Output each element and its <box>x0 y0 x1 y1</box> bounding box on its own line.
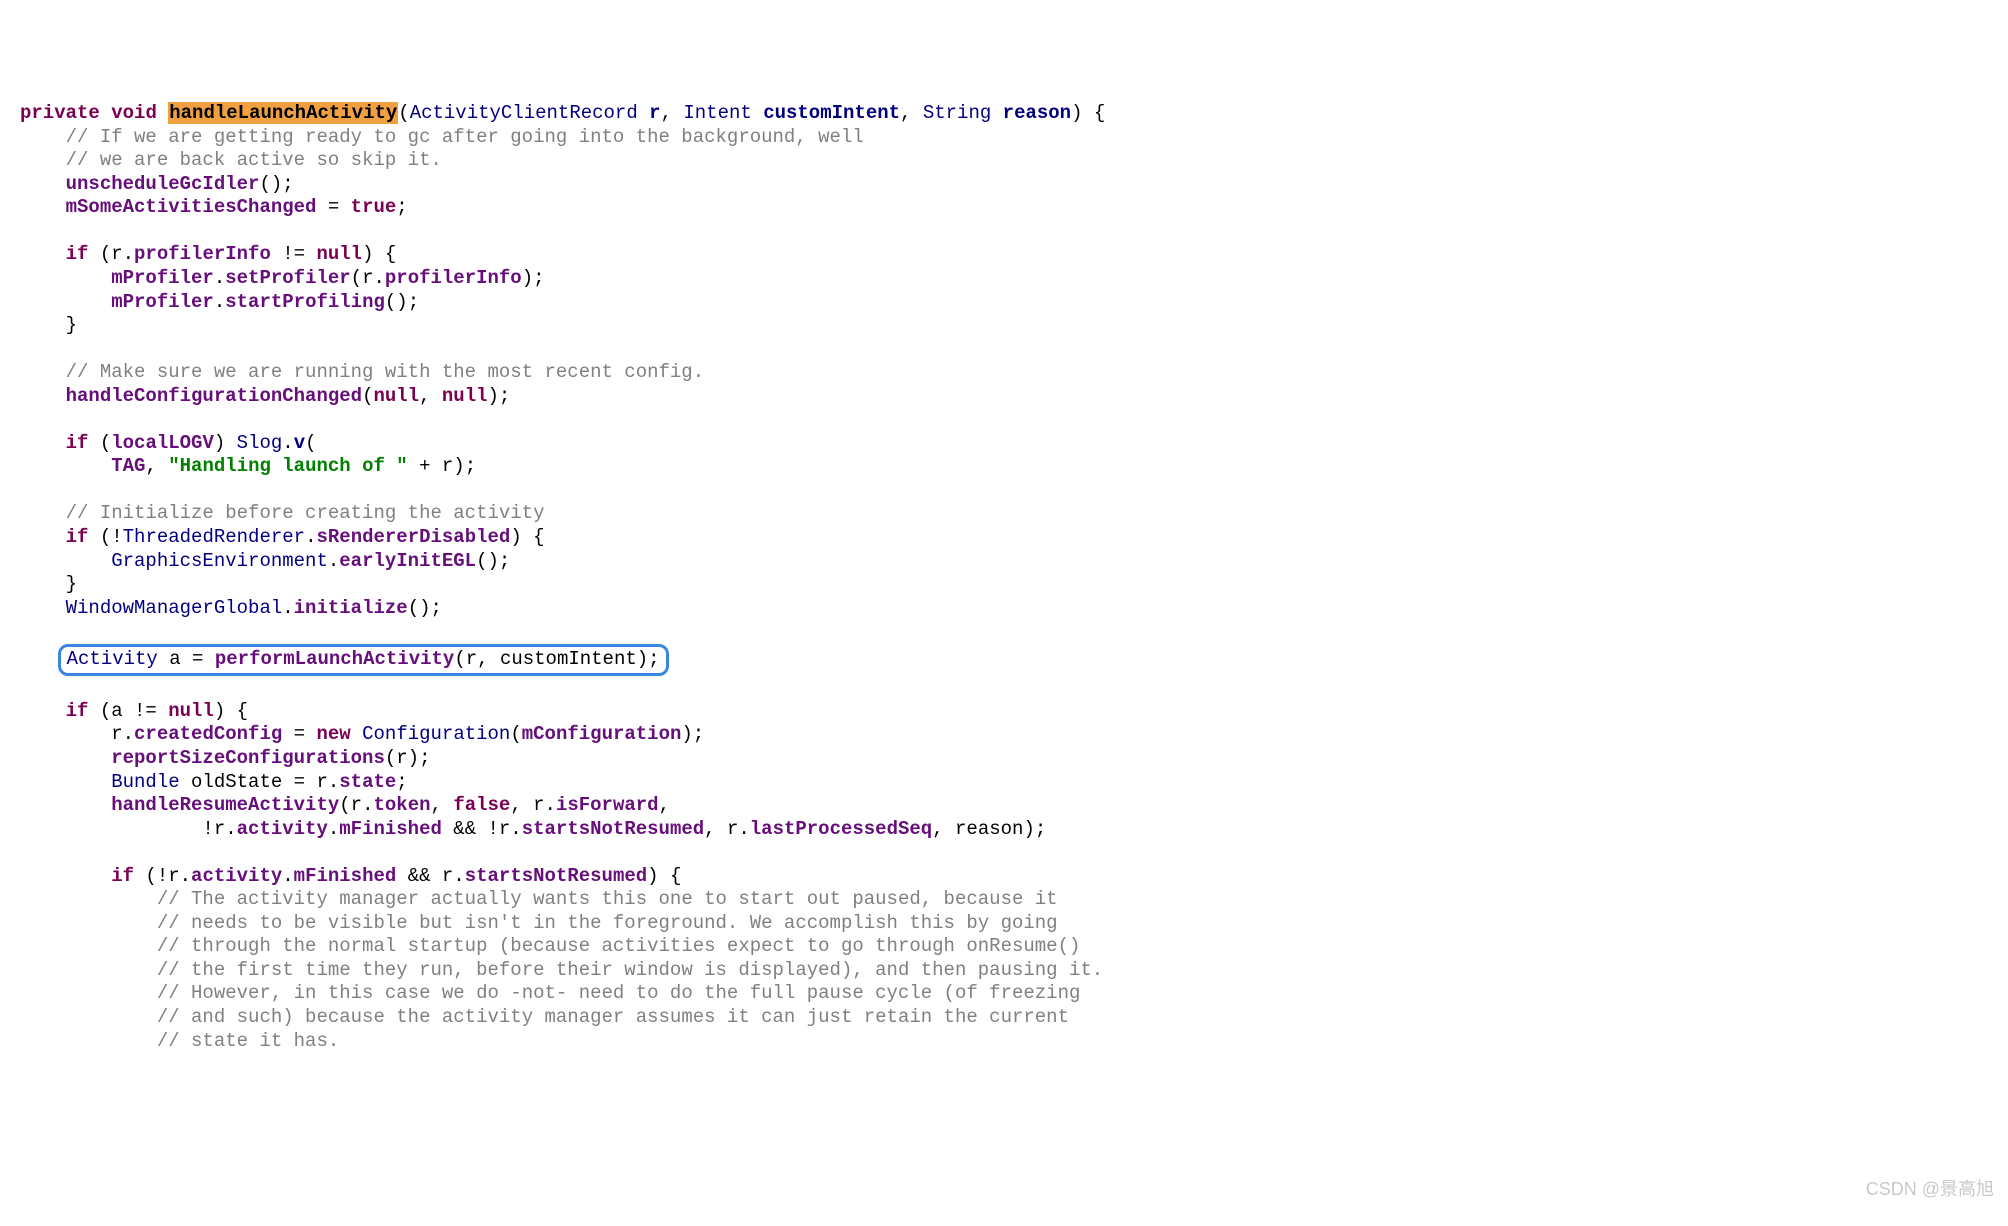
method-call: startProfiling <box>225 291 385 313</box>
type-ref: WindowManagerGlobal <box>66 597 283 619</box>
code-comment: // and such) because the activity manage… <box>157 1006 1069 1028</box>
field: mFinished <box>339 818 442 840</box>
type-ref: Bundle <box>111 771 179 793</box>
method-call: handleConfigurationChanged <box>66 385 362 407</box>
code-block: private void handleLaunchActivity(Activi… <box>20 102 1988 1053</box>
keyword-null: null <box>373 385 419 407</box>
type-ref: GraphicsEnvironment <box>111 550 328 572</box>
keyword-if: if <box>66 432 89 454</box>
keyword-void: void <box>111 102 157 124</box>
arg: reason <box>955 818 1023 840</box>
field: TAG <box>111 455 145 477</box>
method-call: v <box>294 432 305 454</box>
arg: customIntent <box>500 648 637 670</box>
keyword-new: new <box>316 723 350 745</box>
param-name: r <box>649 102 660 124</box>
param-type: Intent <box>683 102 751 124</box>
method-call: initialize <box>294 597 408 619</box>
var-name: oldState <box>191 771 282 793</box>
field: activity <box>191 865 282 887</box>
type-ref: ThreadedRenderer <box>123 526 305 548</box>
code-comment: // state it has. <box>157 1030 339 1052</box>
code-comment: // If we are getting ready to gc after g… <box>66 126 864 148</box>
field: profilerInfo <box>385 267 522 289</box>
type-ref: Slog <box>237 432 283 454</box>
param-type: String <box>923 102 991 124</box>
highlighted-line-box: Activity a = performLaunchActivity(r, cu… <box>58 644 669 677</box>
field: localLOGV <box>111 432 214 454</box>
keyword-true: true <box>351 196 397 218</box>
code-comment: // we are back active so skip it. <box>66 149 442 171</box>
field: mProfiler <box>111 291 214 313</box>
keyword-if: if <box>66 700 89 722</box>
method-name-highlighted: handleLaunchActivity <box>168 102 398 124</box>
type-ref: Activity <box>67 648 158 670</box>
param-name: reason <box>1003 102 1071 124</box>
keyword-if: if <box>111 865 134 887</box>
var-name: a <box>169 648 180 670</box>
code-comment: // Make sure we are running with the mos… <box>66 361 705 383</box>
field: sRendererDisabled <box>316 526 510 548</box>
field: mSomeActivitiesChanged <box>66 196 317 218</box>
method-call: reportSizeConfigurations <box>111 747 385 769</box>
field: token <box>373 794 430 816</box>
method-call: handleResumeActivity <box>111 794 339 816</box>
code-comment: // needs to be visible but isn't in the … <box>157 912 1058 934</box>
string-literal: "Handling launch of " <box>168 455 407 477</box>
param-type: ActivityClientRecord <box>410 102 638 124</box>
keyword-null: null <box>316 243 362 265</box>
code-comment: // through the normal startup (because a… <box>157 935 1081 957</box>
keyword-if: if <box>66 526 89 548</box>
field: state <box>339 771 396 793</box>
field: lastProcessedSeq <box>750 818 932 840</box>
code-comment: // The activity manager actually wants t… <box>157 888 1058 910</box>
field: mFinished <box>294 865 397 887</box>
field: mProfiler <box>111 267 214 289</box>
field: mConfiguration <box>522 723 682 745</box>
field: isForward <box>556 794 659 816</box>
method-call: unscheduleGcIdler <box>66 173 260 195</box>
method-call: performLaunchActivity <box>215 648 454 670</box>
field: startsNotResumed <box>465 865 647 887</box>
keyword-null: null <box>442 385 488 407</box>
field: profilerInfo <box>134 243 271 265</box>
code-comment: // the first time they run, before their… <box>157 959 1103 981</box>
keyword-null: null <box>168 700 214 722</box>
keyword-private: private <box>20 102 100 124</box>
method-call: setProfiler <box>225 267 350 289</box>
field: createdConfig <box>134 723 282 745</box>
watermark-text: CSDN @景高旭 <box>1866 1178 1994 1200</box>
type-ref: Configuration <box>362 723 510 745</box>
arg: r <box>466 648 477 670</box>
field: startsNotResumed <box>522 818 704 840</box>
code-comment: // Initialize before creating the activi… <box>66 502 545 524</box>
keyword-false: false <box>453 794 510 816</box>
param-name: customIntent <box>763 102 900 124</box>
code-comment: // However, in this case we do -not- nee… <box>157 982 1081 1004</box>
method-call: earlyInitEGL <box>339 550 476 572</box>
keyword-if: if <box>66 243 89 265</box>
field: activity <box>237 818 328 840</box>
